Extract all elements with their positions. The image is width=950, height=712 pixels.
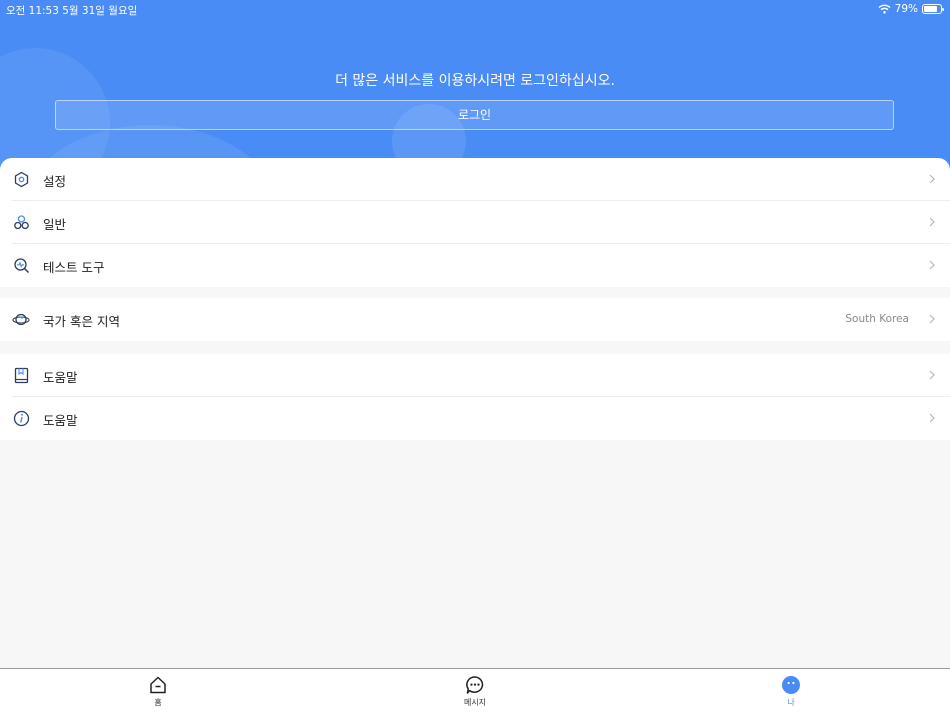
menu-item-region[interactable]: 국가 혹은 지역 South Korea [0, 298, 950, 341]
tab-me[interactable]: 나 [761, 675, 821, 708]
chevron-right-icon [929, 413, 935, 423]
status-right: 79% [878, 3, 944, 15]
tab-home[interactable]: 홈 [128, 675, 188, 708]
status-time-date: 오전 11:53 5월 31일 월요일 [6, 5, 138, 17]
chevron-right-icon [929, 314, 935, 324]
gear-hexagon-icon [14, 171, 29, 188]
region-value: South Korea [845, 313, 909, 325]
magnifier-pulse-icon [14, 258, 30, 274]
menu-item-label: 국가 혹은 지역 [43, 314, 120, 329]
settings-group: 설정 일반 테스트 도구 [0, 158, 950, 287]
chevron-right-icon [929, 217, 935, 227]
chevron-right-icon [929, 260, 935, 270]
chevron-right-icon [929, 370, 935, 380]
planet-icon [12, 313, 30, 326]
menu-item-label: 도움말 [43, 413, 78, 428]
menu-item-label: 도움말 [43, 370, 78, 385]
tab-label: 홈 [154, 698, 162, 707]
login-button[interactable]: 로그인 [55, 100, 894, 130]
tab-messages[interactable]: 메시지 [445, 675, 505, 708]
circles-icon [14, 215, 29, 230]
chevron-right-icon [929, 174, 935, 184]
menu-item-label: 테스트 도구 [43, 260, 105, 275]
status-bar: 오전 11:53 5월 31일 월요일 79% [0, 0, 950, 18]
menu-item-help[interactable]: 도움말 [0, 354, 950, 397]
profile-header: 오전 11:53 5월 31일 월요일 79% 더 많은 서비스를 이용하시려면… [0, 0, 950, 175]
region-group: 국가 혹은 지역 South Korea [0, 298, 950, 341]
info-icon [13, 410, 30, 427]
battery-fill [924, 6, 937, 12]
home-icon [150, 676, 166, 694]
menu-item-label: 설정 [43, 174, 67, 189]
profile-icon [782, 676, 800, 694]
menu-item-settings[interactable]: 설정 [0, 158, 950, 201]
menu-item-about[interactable]: 도움말 [0, 397, 950, 440]
battery-percent: 79% [894, 3, 918, 15]
menu-item-test-tools[interactable]: 테스트 도구 [0, 244, 950, 287]
tab-label: 메시지 [463, 698, 487, 707]
menu-item-label: 일반 [43, 217, 67, 232]
help-group: 도움말 도움말 [0, 354, 950, 440]
tab-label: 나 [787, 698, 795, 707]
chat-icon [466, 676, 484, 694]
bottom-tab-bar: 홈 메시지 나 [0, 668, 950, 712]
book-icon [14, 367, 29, 384]
login-prompt: 더 많은 서비스를 이용하시려면 로그인하십시오. [335, 73, 615, 89]
battery-icon [922, 4, 944, 14]
menu-item-general[interactable]: 일반 [0, 201, 950, 244]
wifi-icon [878, 4, 891, 14]
